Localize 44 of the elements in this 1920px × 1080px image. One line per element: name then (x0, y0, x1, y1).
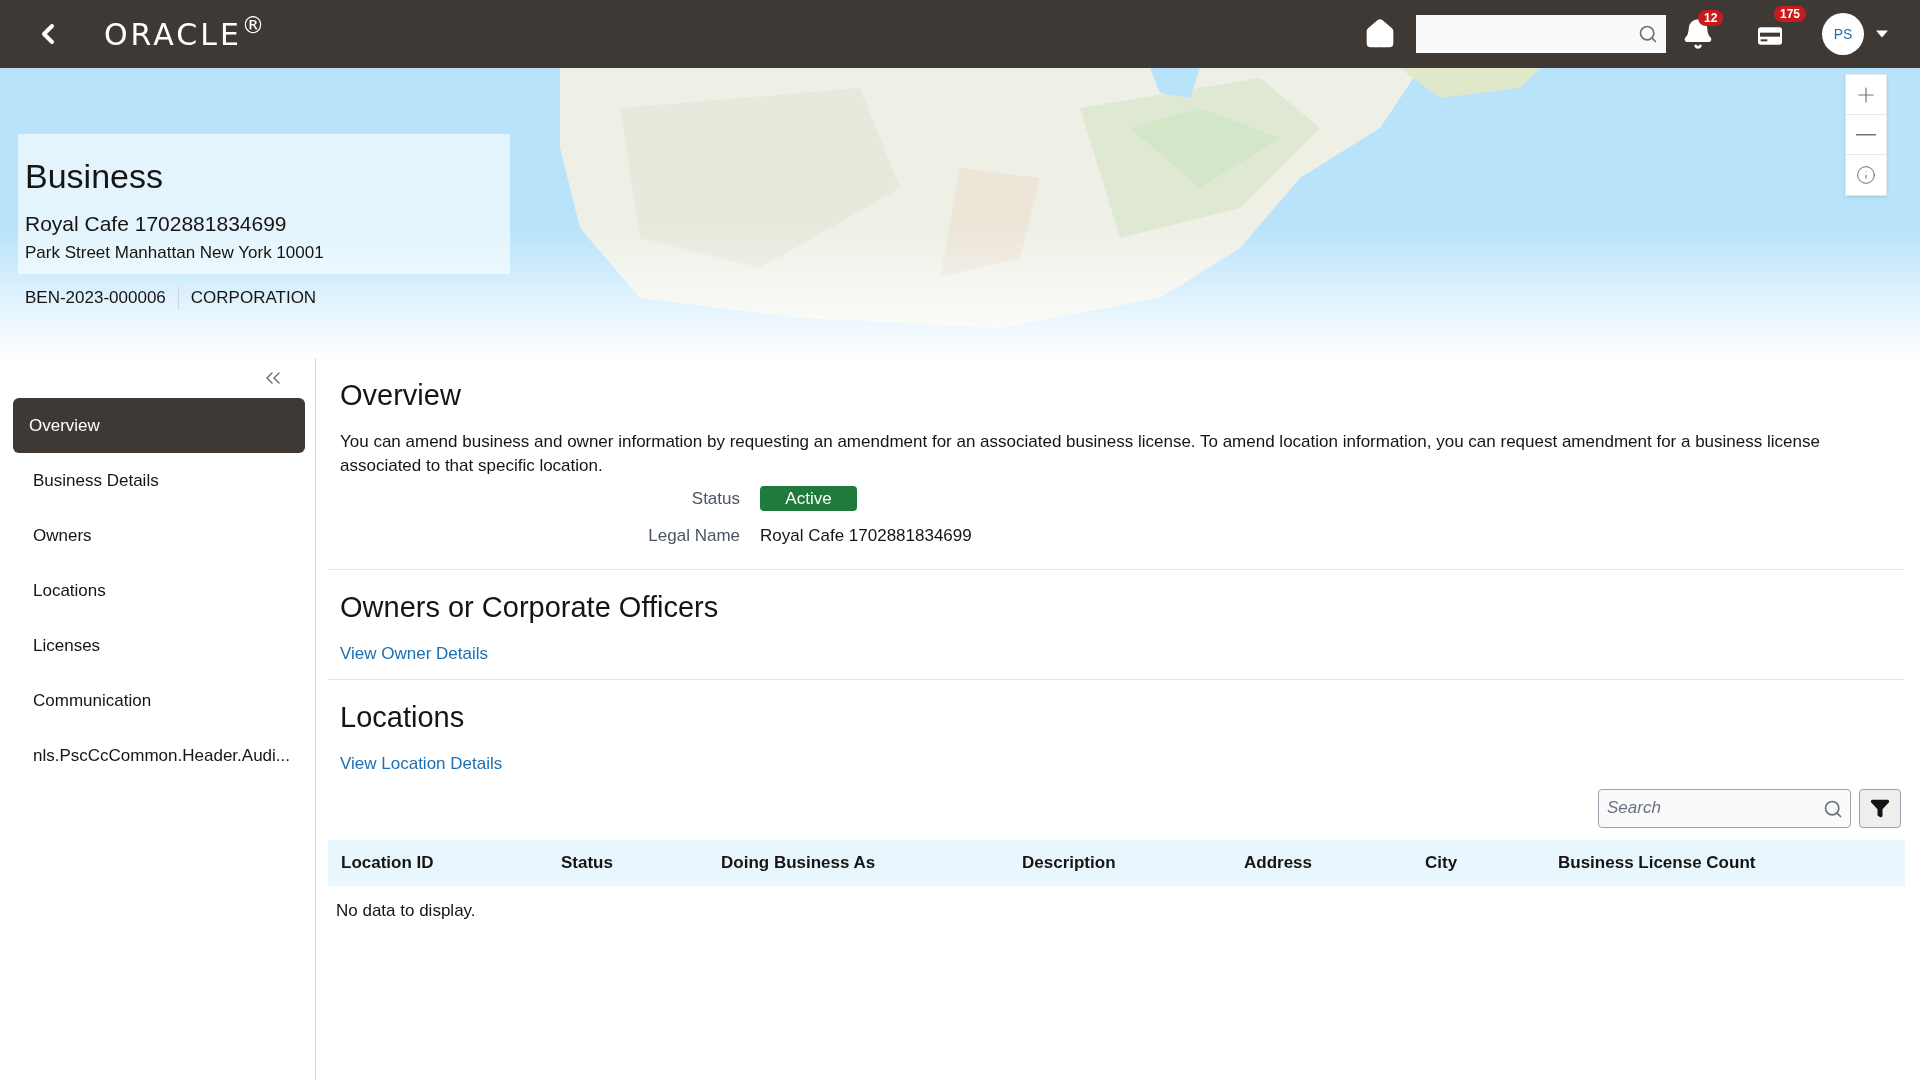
cart-count: 175 (1774, 6, 1807, 22)
overview-description: You can amend business and owner information by requesting an amendment for an associated business license. To amend location information, you can request amendment for a business license associated to that specific location. (340, 430, 1821, 477)
sidebar-item[interactable]: Business Details (13, 453, 305, 508)
location-details-link[interactable]: View Location Details (340, 751, 503, 777)
section-title: Locations (340, 699, 465, 735)
empty-table-message: No data to display. (335, 899, 477, 922)
column-header: Description (1022, 851, 1117, 874)
page-title: Business (25, 156, 163, 196)
minus-icon (1856, 133, 1876, 136)
search-icon (1823, 798, 1843, 819)
user-avatar[interactable]: PS (1822, 13, 1864, 55)
filter-button[interactable] (1859, 788, 1901, 828)
home-icon[interactable] (1364, 18, 1396, 50)
caret-icon[interactable] (1876, 28, 1888, 40)
sidebar-item[interactable]: Locations (13, 563, 305, 618)
column-header: Business License Count (1558, 851, 1757, 874)
table-search-field[interactable]: Search (1598, 788, 1851, 828)
sidebar-item[interactable]: Owners (13, 508, 305, 563)
business-address: Park Street Manhattan New York 10001 (25, 241, 324, 264)
business-name: Royal Cafe 1702881834699 (25, 211, 287, 237)
filter-icon (1870, 798, 1890, 818)
sidebar-item[interactable]: Communication (13, 673, 305, 728)
column-header: Location ID (341, 851, 435, 874)
column-header: City (1425, 851, 1459, 874)
search-icon (1638, 24, 1658, 44)
search-field[interactable] (1416, 15, 1666, 53)
section-title: Owners or Corporate Officers (340, 589, 719, 625)
status-label: Status (690, 487, 740, 510)
column-header: Doing Business As (721, 851, 877, 874)
section-title: Overview (340, 378, 462, 413)
sidebar-item[interactable]: Licenses (13, 618, 305, 673)
owner-details-link[interactable]: View Owner Details (340, 641, 489, 667)
info-icon (1856, 165, 1876, 185)
sidebar-item[interactable]: nls.PscCcCommon.Header.Audi... (13, 728, 305, 783)
legal-name-label: Legal Name (647, 525, 740, 547)
notification-count: 12 (1698, 10, 1724, 26)
business-type: CORPORATION (190, 287, 317, 309)
business-id: BEN-2023-000006 (25, 287, 166, 309)
status-badge: Active (760, 485, 857, 511)
column-header: Address (1244, 851, 1314, 874)
sidebar-item[interactable]: Overview (13, 398, 305, 453)
legal-name-value: Royal Cafe 1702881834699 (760, 525, 972, 547)
logo: ORACLE$^{®}$ (104, 11, 268, 54)
column-header: Status (561, 851, 614, 874)
